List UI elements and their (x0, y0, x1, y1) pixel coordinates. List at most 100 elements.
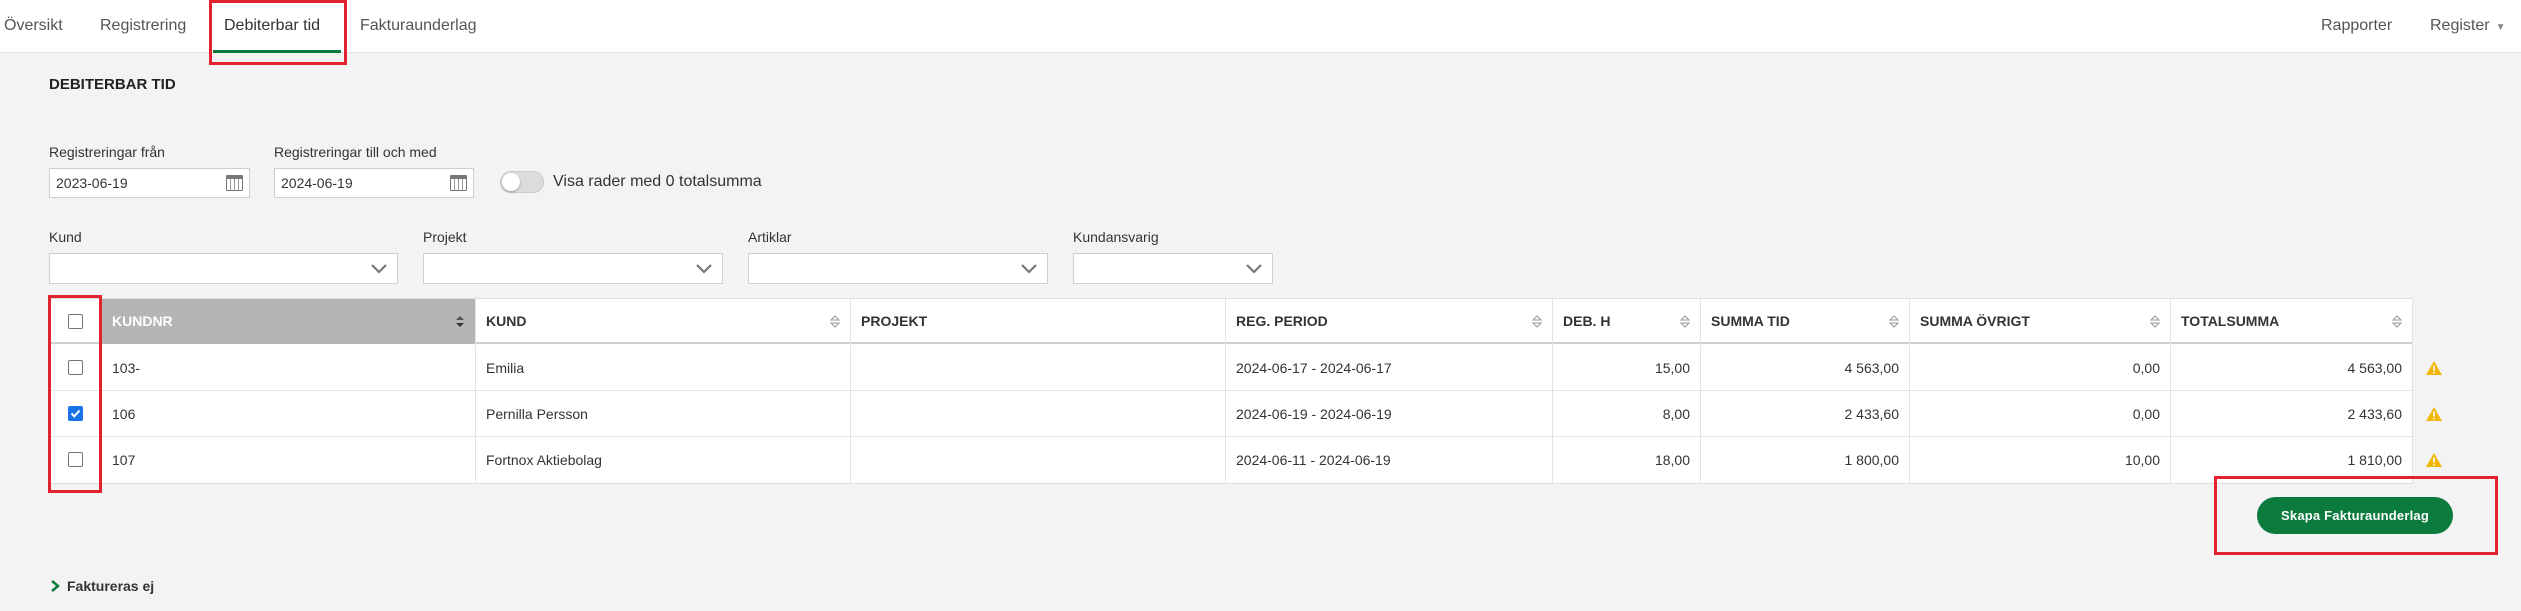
col-kund-label: KUND (486, 313, 527, 329)
chevron-down-icon (1246, 264, 1262, 274)
col-summa-ovrigt[interactable]: SUMMA ÖVRIGT (1910, 299, 2171, 344)
active-tab-indicator (213, 50, 341, 53)
artiklar-label: Artiklar (748, 229, 792, 245)
cell-totalsumma: 1 810,00 (2171, 437, 2413, 483)
cell-reg-period: 2024-06-19 - 2024-06-19 (1226, 391, 1553, 437)
caret-down-icon: ▼ (2495, 22, 2506, 33)
faktureras-ej-toggle[interactable]: Faktureras ej (49, 578, 154, 594)
page-title: DEBITERBAR TID (49, 76, 176, 93)
col-deb-h-label: DEB. H (1563, 313, 1611, 329)
faktureras-ej-label: Faktureras ej (67, 578, 155, 594)
row-checkbox[interactable] (68, 406, 83, 421)
sort-icon (1680, 315, 1690, 328)
nav-register-label: Register (2430, 17, 2490, 34)
warning-icon[interactable] (2425, 406, 2443, 422)
cell-kundnr: 107 (102, 437, 476, 483)
sort-icon (1532, 315, 1542, 328)
cell-kund: Pernilla Persson (476, 391, 851, 437)
kund-label: Kund (49, 229, 82, 245)
row-checkbox[interactable] (68, 452, 83, 467)
cell-kundnr: 106 (102, 391, 476, 437)
row-select-cell (50, 437, 102, 483)
cell-deb-h: 18,00 (1553, 437, 1701, 483)
sort-icon (830, 315, 840, 328)
nav-register[interactable]: Register ▼ (2430, 0, 2505, 53)
cell-kundnr: 103- (102, 345, 476, 391)
row-select-cell (50, 345, 102, 391)
nav-rapporter[interactable]: Rapporter (2321, 0, 2392, 53)
col-reg-period-label: REG. PERIOD (1236, 313, 1328, 329)
calendar-icon[interactable] (450, 175, 467, 191)
select-all-cell (50, 299, 102, 344)
warning-icon[interactable] (2425, 452, 2443, 468)
cell-reg-period: 2024-06-17 - 2024-06-17 (1226, 345, 1553, 391)
col-kundnr[interactable]: KUNDNR (102, 299, 476, 344)
from-date-value: 2023-06-19 (56, 175, 128, 191)
sort-icon (2150, 315, 2160, 328)
toggle-knob (502, 173, 520, 191)
to-date-value: 2024-06-19 (281, 175, 353, 191)
col-deb-h[interactable]: DEB. H (1553, 299, 1701, 344)
cell-projekt (851, 391, 1226, 437)
sort-icon (2392, 315, 2402, 328)
col-kundnr-label: KUNDNR (112, 313, 173, 329)
chevron-down-icon (1021, 264, 1037, 274)
col-projekt-label: PROJEKT (861, 313, 928, 329)
tab-registrering[interactable]: Registrering (100, 0, 186, 53)
row-select-cell (50, 391, 102, 437)
from-date-input[interactable]: 2023-06-19 (49, 168, 250, 198)
warning-icon[interactable] (2425, 360, 2443, 376)
cell-totalsumma: 2 433,60 (2171, 391, 2413, 437)
tab-fakturaunderlag[interactable]: Fakturaunderlag (360, 0, 477, 53)
chevron-down-icon (696, 264, 712, 274)
col-projekt: PROJEKT (851, 299, 1226, 344)
col-totalsumma[interactable]: TOTALSUMMA (2171, 299, 2413, 344)
cell-totalsumma: 4 563,00 (2171, 345, 2413, 391)
col-reg-period[interactable]: REG. PERIOD (1226, 299, 1553, 344)
create-invoice-basis-button[interactable]: Skapa Fakturaunderlag (2257, 497, 2453, 534)
chevron-right-icon (51, 580, 60, 592)
cell-projekt (851, 437, 1226, 483)
sort-icon (1889, 315, 1899, 328)
cell-summa-ovrigt: 0,00 (1910, 391, 2171, 437)
cell-summa-tid: 2 433,60 (1701, 391, 1910, 437)
cell-kund: Fortnox Aktiebolag (476, 437, 851, 483)
col-summa-tid-label: SUMMA TID (1711, 313, 1790, 329)
kundansvarig-label: Kundansvarig (1073, 229, 1159, 245)
chevron-down-icon (371, 264, 387, 274)
cell-summa-ovrigt: 10,00 (1910, 437, 2171, 483)
select-all-checkbox[interactable] (68, 314, 83, 329)
cell-summa-tid: 1 800,00 (1701, 437, 1910, 483)
col-totalsumma-label: TOTALSUMMA (2181, 313, 2280, 329)
zero-total-toggle-label: Visa rader med 0 totalsumma (553, 173, 762, 190)
to-date-input[interactable]: 2024-06-19 (274, 168, 474, 198)
col-kund[interactable]: KUND (476, 299, 851, 344)
cell-deb-h: 8,00 (1553, 391, 1701, 437)
projekt-label: Projekt (423, 229, 467, 245)
row-checkbox[interactable] (68, 360, 83, 375)
to-date-label: Registreringar till och med (274, 144, 437, 160)
projekt-select[interactable] (423, 253, 723, 284)
col-summa-tid[interactable]: SUMMA TID (1701, 299, 1910, 344)
cell-deb-h: 15,00 (1553, 345, 1701, 391)
table-row[interactable]: 103- Emilia 2024-06-17 - 2024-06-17 15,0… (50, 345, 2442, 391)
cell-reg-period: 2024-06-11 - 2024-06-19 (1226, 437, 1553, 483)
cell-kund: Emilia (476, 345, 851, 391)
table-row[interactable]: 106 Pernilla Persson 2024-06-19 - 2024-0… (50, 391, 2442, 437)
from-date-label: Registreringar från (49, 144, 165, 160)
cell-summa-tid: 4 563,00 (1701, 345, 1910, 391)
calendar-icon[interactable] (226, 175, 243, 191)
checkmark-icon (70, 409, 81, 418)
zero-total-toggle[interactable] (500, 171, 544, 193)
cell-summa-ovrigt: 0,00 (1910, 345, 2171, 391)
tab-oversikt[interactable]: Översikt (4, 0, 63, 53)
kund-select[interactable] (49, 253, 398, 284)
kundansvarig-select[interactable] (1073, 253, 1273, 284)
top-navigation: Översikt Registrering Debiterbar tid Fak… (0, 0, 2521, 53)
tab-debiterbar-tid[interactable]: Debiterbar tid (224, 0, 320, 53)
artiklar-select[interactable] (748, 253, 1048, 284)
cell-projekt (851, 345, 1226, 391)
billable-time-table: KUNDNR KUND PROJEKT REG. PERIOD DEB. H S… (49, 298, 2442, 484)
col-summa-ovrigt-label: SUMMA ÖVRIGT (1920, 313, 2030, 329)
table-row[interactable]: 107 Fortnox Aktiebolag 2024-06-11 - 2024… (50, 437, 2442, 483)
